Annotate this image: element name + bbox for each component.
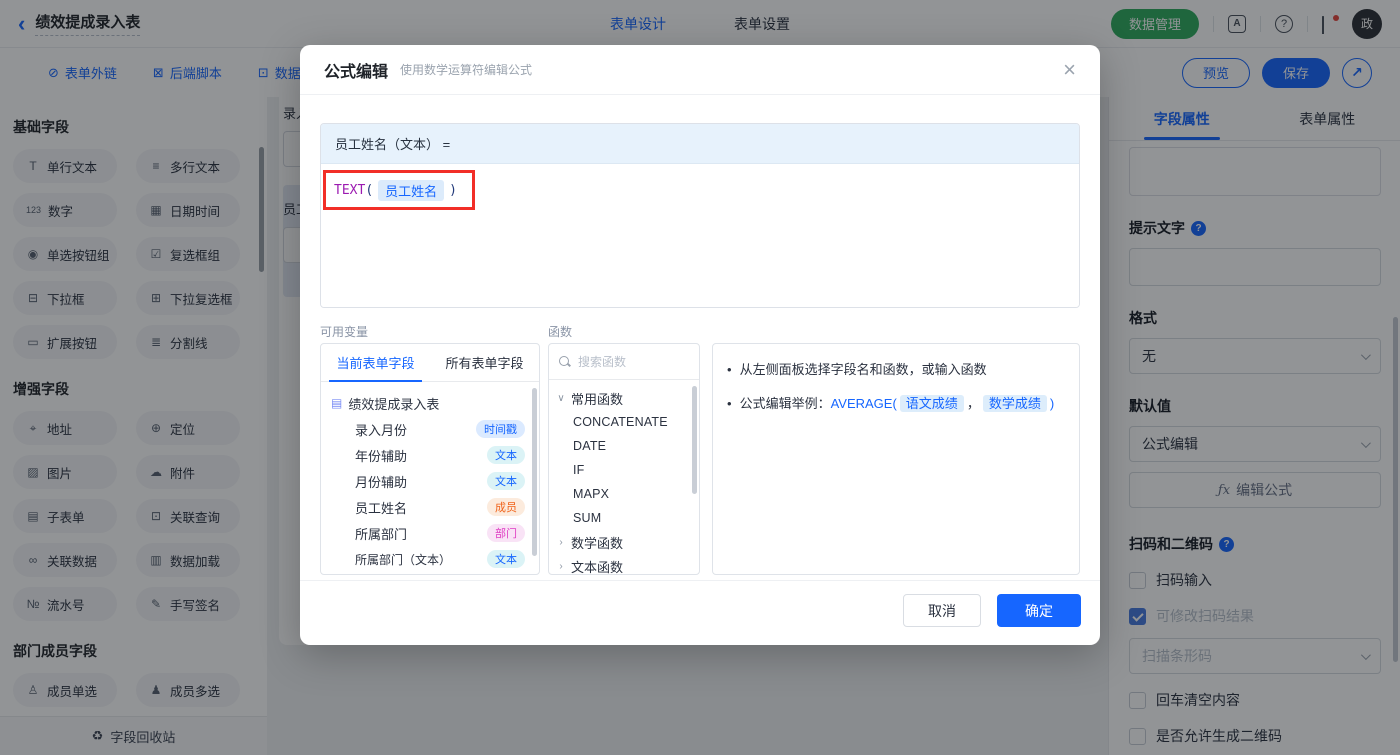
variable-row[interactable]: 年份辅助 文本 (331, 442, 539, 468)
formula-input-area[interactable]: TEXT ( 员工姓名 ) (321, 164, 1079, 308)
group-label: 常用函数 (571, 389, 623, 408)
variable-name: 月份辅助 (355, 472, 487, 491)
search-placeholder: 搜索函数 (578, 353, 626, 370)
tip-function-name: AVERAGE( (831, 396, 897, 411)
variables-tree: ▤ 绩效提成录入表 录入月份 时间戳 年份辅助 文本 月份辅助 文本 员工姓名 … (321, 382, 539, 572)
variable-row[interactable]: 月份辅助 文本 (331, 468, 539, 494)
type-badge: 文本 (487, 446, 525, 464)
field-token-chip[interactable]: 员工姓名 (378, 180, 444, 201)
cancel-button[interactable]: 取消 (903, 594, 981, 627)
type-badge: 文本 (487, 472, 525, 490)
group-common-functions[interactable]: ∨ 常用函数 (549, 386, 699, 410)
variable-name: 员工姓名 (355, 498, 487, 517)
chevron-down-icon: ∨ (557, 393, 565, 404)
function-item[interactable]: SUM (549, 506, 699, 530)
tip-line-1: • 从左侧面板选择字段名和函数，或输入函数 (727, 360, 1065, 380)
modal-title: 公式编辑 (324, 58, 388, 82)
function-item[interactable]: IF (549, 458, 699, 482)
function-item[interactable]: DATE (549, 434, 699, 458)
open-paren: ( (365, 183, 373, 198)
variable-row[interactable]: 所属部门 部门 (331, 520, 539, 546)
tips-panel: • 从左侧面板选择字段名和函数，或输入函数 • 公式编辑举例：AVERAGE(语… (712, 343, 1080, 575)
variables-panel: 当前表单字段 所有表单字段 ▤ 绩效提成录入表 录入月份 时间戳 年份辅助 文本… (320, 343, 540, 575)
group-math-functions[interactable]: › 数学函数 (549, 530, 699, 554)
type-badge: 部门 (487, 524, 525, 542)
close-icon[interactable]: × (1063, 59, 1076, 81)
tree-root-label: 绩效提成录入表 (348, 394, 439, 413)
type-badge: 时间戳 (476, 420, 525, 438)
tree-root-form[interactable]: ▤ 绩效提成录入表 (331, 390, 539, 416)
function-item[interactable]: MAPX (549, 482, 699, 506)
variable-name: 年份辅助 (355, 446, 487, 465)
search-icon (559, 356, 571, 368)
variable-name: 所属部门 (355, 524, 487, 543)
function-search[interactable]: 搜索函数 (549, 344, 699, 380)
group-text-functions[interactable]: › 文本函数 (549, 554, 699, 575)
variable-row[interactable]: 员工姓名 成员 (331, 494, 539, 520)
variables-tabs: 当前表单字段 所有表单字段 (321, 344, 539, 382)
modal-footer: 取消 确定 (300, 580, 1100, 645)
function-name: TEXT (334, 183, 365, 198)
variables-scrollbar[interactable] (532, 388, 537, 556)
formula-edit-modal: 公式编辑 使用数学运算符编辑公式 × 员工姓名（文本） = TEXT ( 员工姓… (300, 45, 1100, 645)
functions-tree: ∨ 常用函数 CONCATENATE DATE IF MAPX SUM › 数学… (549, 380, 699, 575)
formula-editor: 员工姓名（文本） = TEXT ( 员工姓名 ) (320, 123, 1080, 308)
variable-name: 录入月份 (355, 420, 476, 439)
group-label: 数学函数 (571, 533, 623, 552)
tab-all-form-fields[interactable]: 所有表单字段 (430, 344, 539, 381)
modal-header: 公式编辑 使用数学运算符编辑公式 × (300, 45, 1100, 95)
type-badge: 成员 (487, 498, 525, 516)
variable-name: 所属部门（文本） (355, 551, 487, 568)
variables-label: 可用变量 (320, 323, 368, 340)
modal-subtitle: 使用数学运算符编辑公式 (400, 61, 532, 78)
functions-panel: 搜索函数 ∨ 常用函数 CONCATENATE DATE IF MAPX SUM… (548, 343, 700, 575)
tab-current-form-fields[interactable]: 当前表单字段 (321, 344, 430, 381)
formula-expression: TEXT ( 员工姓名 ) (334, 180, 457, 201)
tip-comma: ， (967, 396, 980, 411)
bullet-icon: • (727, 360, 732, 380)
bullet-icon: • (727, 394, 732, 414)
tip-example-prefix: 公式编辑举例： (740, 396, 831, 411)
functions-label: 函数 (548, 323, 572, 340)
close-paren: ) (449, 183, 457, 198)
document-icon: ▤ (331, 396, 342, 410)
tip-close-paren: ) (1050, 396, 1054, 411)
group-label: 文本函数 (571, 557, 623, 576)
tip-line-2: • 公式编辑举例：AVERAGE(语文成绩，数学成绩) (727, 394, 1065, 414)
variable-row[interactable]: 录入月份 时间戳 (331, 416, 539, 442)
variable-row[interactable]: 所属部门（文本） 文本 (331, 546, 539, 572)
chevron-right-icon: › (557, 537, 565, 548)
function-item[interactable]: CONCATENATE (549, 410, 699, 434)
tip-text: 从左侧面板选择字段名和函数，或输入函数 (740, 360, 987, 380)
functions-scrollbar[interactable] (692, 386, 697, 494)
formula-target: 员工姓名（文本） = (321, 124, 1079, 164)
type-badge: 文本 (487, 550, 525, 568)
chevron-right-icon: › (557, 561, 565, 572)
tip-text: 公式编辑举例：AVERAGE(语文成绩，数学成绩) (740, 394, 1055, 414)
tip-field-chip: 数学成绩 (983, 395, 1047, 412)
confirm-button[interactable]: 确定 (997, 594, 1081, 627)
tip-field-chip: 语文成绩 (900, 395, 964, 412)
